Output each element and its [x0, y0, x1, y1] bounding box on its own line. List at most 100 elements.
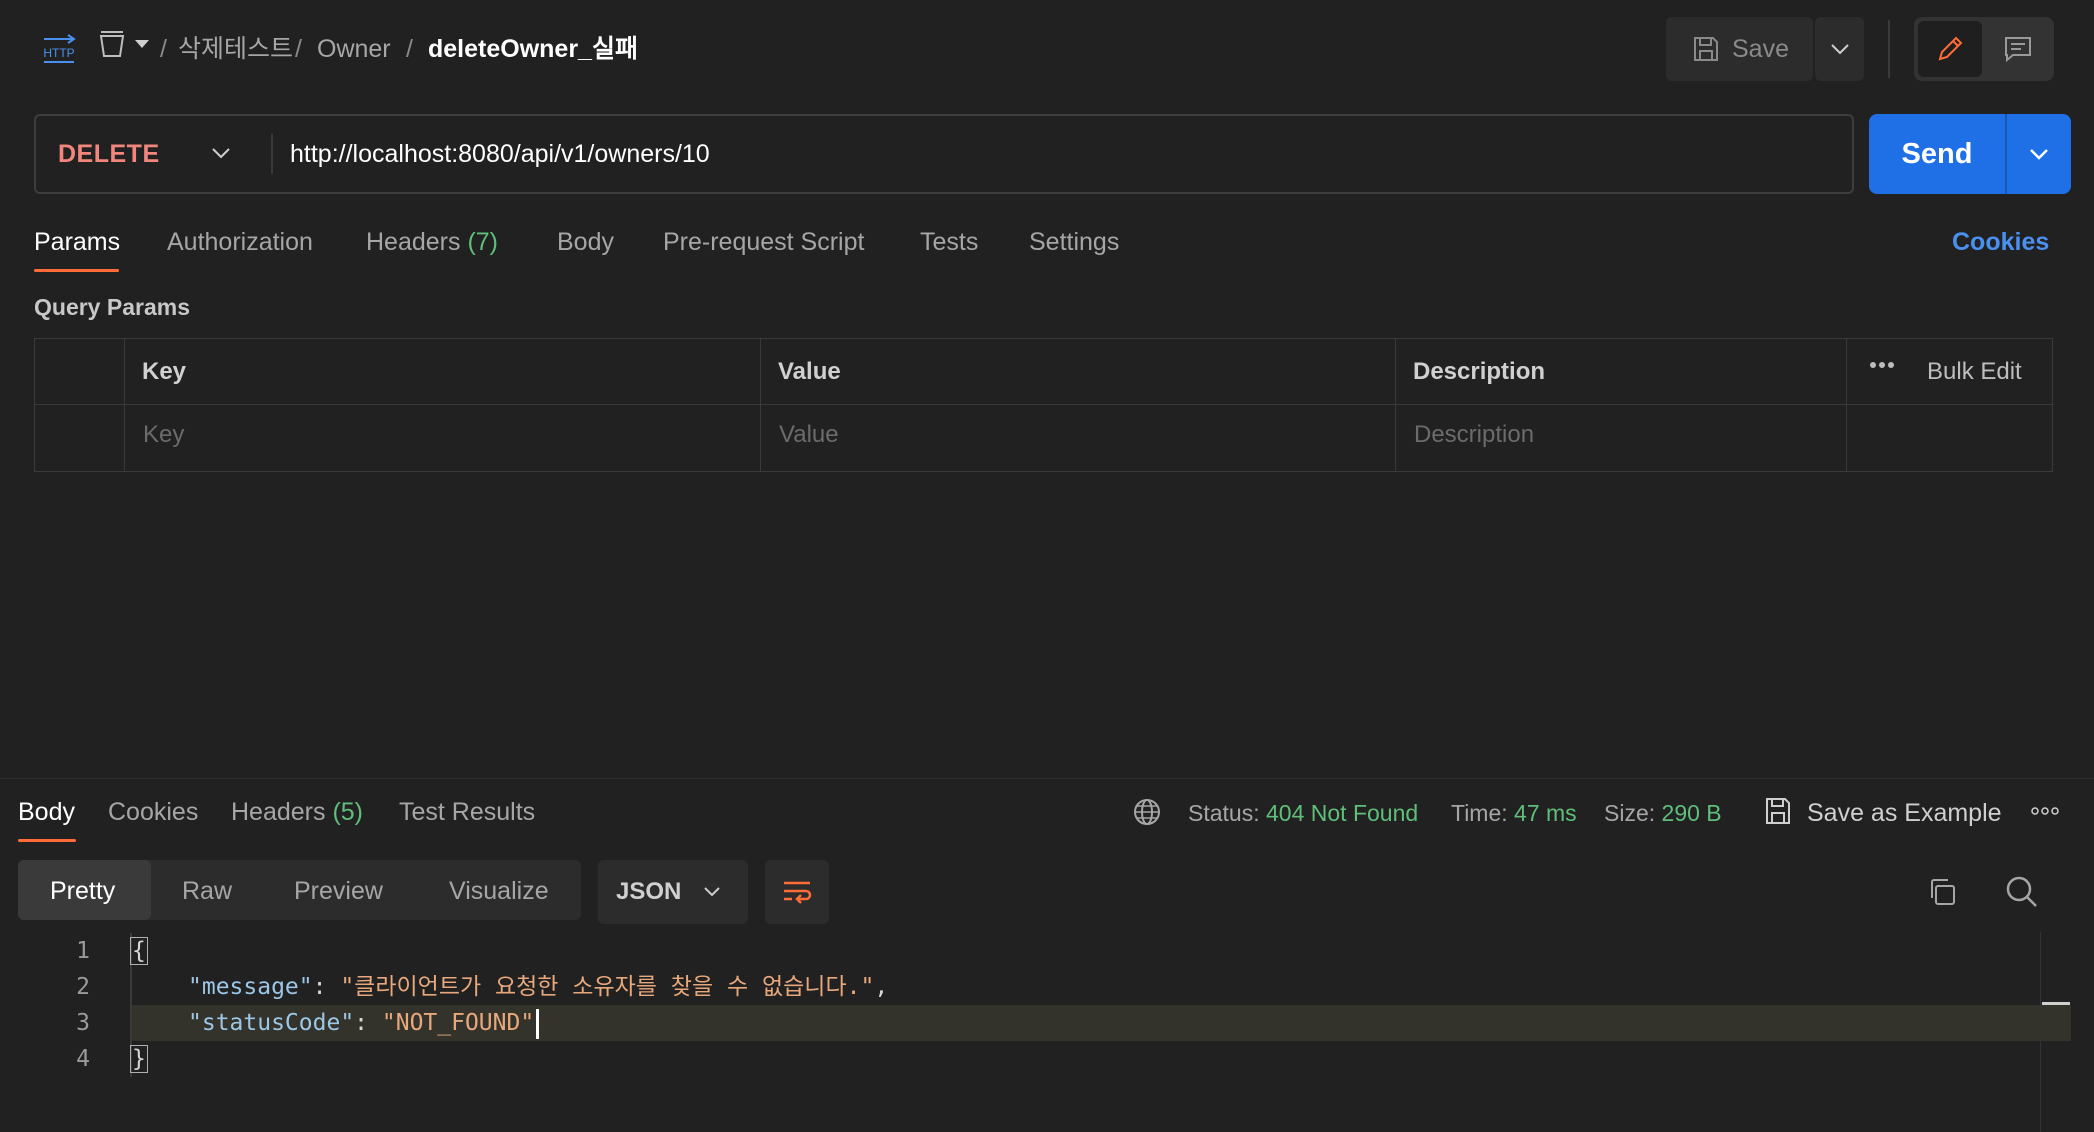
response-tab-headers[interactable]: Headers (5) — [231, 795, 363, 829]
breadcrumb-folder[interactable]: Owner — [317, 32, 391, 66]
tab-prerequest-script[interactable]: Pre-request Script — [663, 225, 864, 259]
response-divider[interactable] — [0, 778, 2094, 779]
table-divider — [1846, 338, 1847, 472]
save-example-icon[interactable] — [1764, 796, 1792, 826]
tab-body[interactable]: Body — [557, 225, 614, 259]
table-divider — [760, 338, 761, 472]
caret-down-icon[interactable] — [134, 38, 150, 50]
response-tab-headers-label: Headers — [231, 798, 326, 826]
cookies-link[interactable]: Cookies — [1952, 225, 2049, 259]
response-time: Time: 47 ms — [1451, 796, 1577, 830]
format-pretty-label[interactable]: Pretty — [50, 874, 115, 908]
tab-tests[interactable]: Tests — [920, 225, 978, 259]
response-status: Status: 404 Not Found — [1188, 796, 1418, 830]
close-brace: } — [130, 1045, 148, 1073]
pencil-icon — [1935, 34, 1965, 64]
breadcrumb-collection[interactable]: 삭제테스트 — [178, 32, 293, 66]
chevron-down-icon — [2029, 147, 2049, 161]
comment-icon — [2003, 34, 2033, 64]
size-value: 290 B — [1661, 800, 1722, 826]
json-key: "statusCode" — [188, 1010, 355, 1036]
table-divider — [34, 404, 2053, 405]
breadcrumb-separator: / — [160, 35, 167, 63]
copy-icon[interactable] — [1926, 876, 1958, 908]
key-input[interactable]: Key — [143, 418, 184, 452]
save-icon — [1692, 35, 1720, 63]
response-tab-headers-count: (5) — [332, 798, 364, 826]
size-label: Size: — [1604, 800, 1656, 826]
line-number: 3 — [76, 1010, 90, 1036]
status-label: Status: — [1188, 800, 1260, 826]
time-value: 47 ms — [1514, 800, 1577, 826]
send-options-button[interactable] — [2007, 114, 2071, 194]
save-label: Save — [1732, 34, 1789, 63]
code-line[interactable]: "message": "클라이언트가 요청한 소유자를 찾을 수 없습니다.", — [188, 969, 888, 1005]
description-input[interactable]: Description — [1414, 418, 1534, 452]
scrollbar-marker[interactable] — [2042, 1002, 2070, 1005]
language-select[interactable]: JSON — [598, 860, 748, 924]
tab-headers-label: Headers — [366, 228, 461, 256]
tab-settings[interactable]: Settings — [1029, 225, 1119, 259]
language-label: JSON — [616, 878, 682, 905]
bulk-edit-button[interactable]: Bulk Edit — [1927, 355, 2022, 389]
format-visualize-button[interactable]: Visualize — [449, 874, 549, 908]
format-preview-button[interactable]: Preview — [294, 874, 383, 908]
value-input[interactable]: Value — [779, 418, 839, 452]
tab-headers[interactable]: Headers (7) — [366, 225, 498, 259]
code-line[interactable]: } — [130, 1041, 148, 1077]
breadcrumb-separator: / — [295, 35, 302, 63]
response-tab-body[interactable]: Body — [18, 795, 75, 829]
globe-icon[interactable] — [1132, 797, 1162, 827]
query-params-title: Query Params — [34, 294, 190, 320]
column-header-description: Description — [1413, 358, 1546, 385]
open-brace: { — [130, 937, 148, 965]
divider — [271, 134, 273, 174]
save-options-button[interactable] — [1815, 17, 1864, 81]
edit-mode-button[interactable] — [1918, 21, 1982, 77]
tab-authorization[interactable]: Authorization — [167, 225, 313, 259]
json-value: "클라이언트가 요청한 소유자를 찾을 수 없습니다." — [340, 974, 875, 1000]
comments-button[interactable] — [1986, 21, 2050, 77]
chevron-down-icon — [703, 886, 721, 898]
send-button[interactable]: Send — [1869, 114, 2005, 194]
response-size: Size: 290 B — [1604, 796, 1722, 830]
url-input[interactable] — [290, 134, 1830, 174]
response-tab-cookies[interactable]: Cookies — [108, 795, 198, 829]
divider — [1888, 20, 1890, 78]
tab-params[interactable]: Params — [34, 225, 120, 259]
http-icon: HTTP — [40, 33, 78, 65]
collection-icon[interactable] — [98, 30, 126, 60]
method-select[interactable]: DELETE — [58, 136, 160, 172]
tab-headers-count: (7) — [467, 228, 499, 256]
status-value: 404 Not Found — [1266, 800, 1419, 826]
table-divider — [124, 338, 125, 472]
search-icon[interactable] — [2005, 875, 2039, 909]
request-name[interactable]: deleteOwner_실패 — [428, 32, 638, 66]
line-number: 1 — [76, 938, 90, 964]
column-header-key: Key — [142, 358, 187, 385]
active-tab-indicator — [34, 269, 119, 272]
chevron-down-icon[interactable] — [211, 146, 231, 160]
params-table — [34, 338, 2053, 472]
response-tab-test-results[interactable]: Test Results — [399, 795, 535, 829]
more-icon[interactable] — [2031, 806, 2059, 816]
code-line[interactable]: { — [130, 933, 148, 969]
json-value: "NOT_FOUND" — [381, 1010, 535, 1036]
format-raw-button[interactable]: Raw — [182, 874, 232, 908]
line-number: 4 — [76, 1046, 90, 1072]
breadcrumb-separator: / — [406, 35, 413, 63]
json-key: "message" — [188, 974, 313, 1000]
text-cursor — [536, 1008, 540, 1039]
line-number: 2 — [76, 974, 90, 1000]
active-tab-indicator — [18, 839, 76, 842]
wrap-lines-button[interactable] — [765, 860, 829, 924]
column-header-value: Value — [778, 358, 841, 385]
save-button[interactable]: Save — [1666, 17, 1813, 81]
http-badge-text: HTTP — [43, 46, 74, 60]
chevron-down-icon — [1830, 43, 1850, 55]
wrap-icon — [781, 878, 813, 906]
save-as-example-button[interactable]: Save as Example — [1807, 796, 2002, 830]
code-line[interactable]: "statusCode": "NOT_FOUND" — [188, 1005, 540, 1041]
more-icon[interactable] — [1869, 361, 1895, 369]
scrollbar-track[interactable] — [2040, 932, 2041, 1132]
